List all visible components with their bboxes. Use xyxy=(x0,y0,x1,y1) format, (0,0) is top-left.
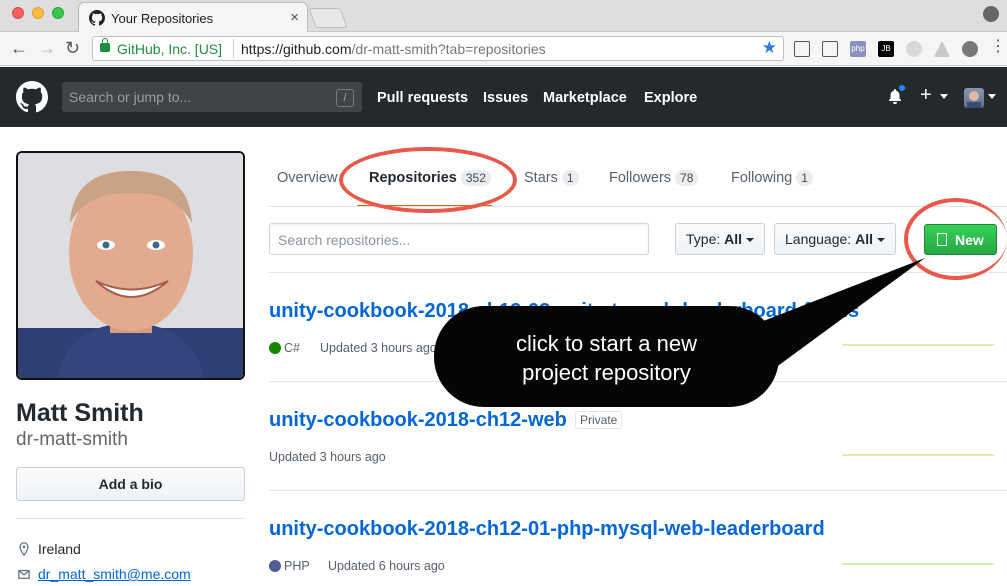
nav-pull-requests[interactable]: Pull requests xyxy=(377,90,468,106)
chevron-down-icon xyxy=(876,238,885,243)
minimize-window-button[interactable] xyxy=(32,7,44,19)
notification-indicator xyxy=(898,84,906,92)
global-search-input[interactable]: Search or jump to... / xyxy=(62,82,362,112)
annotation-highlight-ellipse xyxy=(904,198,1007,280)
profile-email-link[interactable]: dr_matt_smith@me.com xyxy=(38,566,191,582)
following-count: 1 xyxy=(796,170,813,186)
url-host: https://github.com xyxy=(241,41,352,57)
forward-arrow-icon[interactable]: → xyxy=(38,38,56,59)
chevron-down-icon xyxy=(746,238,755,243)
type-filter-dropdown[interactable]: Type: All xyxy=(675,223,766,255)
repo-updated: Updated 3 hours ago xyxy=(320,341,437,355)
repository-search-input[interactable]: Search repositories... xyxy=(269,223,649,255)
language-filter-value: All xyxy=(855,231,873,247)
repo-language: C# xyxy=(284,341,300,355)
callout-line-1: click to start a new xyxy=(516,331,697,356)
profile-photo xyxy=(18,153,243,378)
search-shortcut-badge: / xyxy=(336,89,354,107)
address-bar-row: ← → ↻ GitHub, Inc. [US] https://github.c… xyxy=(0,32,1007,66)
drive-icon[interactable] xyxy=(934,41,950,57)
tab-following[interactable]: Following 1 xyxy=(731,170,813,186)
tab-followers[interactable]: Followers 78 xyxy=(609,170,699,186)
chevron-down-icon xyxy=(940,94,948,99)
url-path: /dr-matt-smith?tab=repositories xyxy=(351,41,546,57)
activity-sparkline xyxy=(842,454,994,456)
tab-overview-label: Overview xyxy=(277,170,338,186)
language-filter-dropdown[interactable]: Language: All xyxy=(774,223,896,255)
tab-overview[interactable]: Overview xyxy=(277,170,337,186)
create-new-plus-icon[interactable]: + xyxy=(920,84,932,107)
php-extension-icon[interactable]: php xyxy=(850,41,866,57)
browser-tab-active[interactable]: Your Repositories × xyxy=(78,2,308,32)
browser-profile-icon[interactable] xyxy=(983,6,999,22)
mail-icon xyxy=(18,569,30,579)
cast-icon[interactable] xyxy=(794,41,810,57)
repo-link[interactable]: unity-cookbook-2018-ch12-web xyxy=(269,409,567,432)
chevron-down-icon xyxy=(988,94,996,99)
repo-updated: Updated 3 hours ago xyxy=(269,450,386,464)
bookmark-star-icon[interactable]: ★ xyxy=(762,38,777,58)
user-avatar-menu[interactable] xyxy=(964,88,984,108)
github-logo-icon[interactable] xyxy=(16,81,48,113)
avatar-image xyxy=(967,91,981,108)
language-filter-label: Language: xyxy=(785,231,852,247)
screen-icon[interactable] xyxy=(822,41,838,57)
new-tab-button[interactable] xyxy=(308,8,348,28)
tab-close-icon[interactable]: × xyxy=(290,9,299,26)
activity-sparkline xyxy=(842,563,994,565)
tab-following-label: Following xyxy=(731,170,793,186)
language-color-dot xyxy=(269,342,281,354)
url-omnibox[interactable]: GitHub, Inc. [US] https://github.com/dr-… xyxy=(92,36,784,61)
nav-issues[interactable]: Issues xyxy=(483,90,528,106)
divider xyxy=(269,490,1007,491)
reload-icon[interactable]: ↻ xyxy=(65,38,80,59)
followers-count: 78 xyxy=(675,170,699,186)
profile-location: Ireland xyxy=(38,541,81,557)
callout-line-2: project repository xyxy=(522,360,691,385)
tab-stars-label: Stars xyxy=(524,170,558,186)
maximize-window-button[interactable] xyxy=(52,7,64,19)
nav-marketplace[interactable]: Marketplace xyxy=(543,90,627,106)
github-header: Search or jump to... / Pull requests Iss… xyxy=(0,67,1007,127)
tab-stars[interactable]: Stars 1 xyxy=(524,170,579,186)
location-pin-icon xyxy=(19,542,29,556)
repo-link[interactable]: unity-cookbook-2018-ch12-01-php-mysql-we… xyxy=(269,518,825,541)
repository-search-placeholder: Search repositories... xyxy=(278,232,411,248)
profile-avatar[interactable] xyxy=(16,151,245,380)
annotation-callout: click to start a new project repository xyxy=(434,306,779,407)
profile-full-name: Matt Smith xyxy=(16,399,144,427)
divider xyxy=(16,518,245,519)
lock-icon xyxy=(100,38,110,52)
tab-title: Your Repositories xyxy=(111,11,214,26)
tab-followers-label: Followers xyxy=(609,170,672,186)
back-arrow-icon[interactable]: ← xyxy=(10,38,28,59)
profile-username: dr-matt-smith xyxy=(16,429,128,450)
repo-updated: Updated 6 hours ago xyxy=(328,559,445,573)
type-filter-value: All xyxy=(724,231,743,247)
global-search-placeholder: Search or jump to... xyxy=(69,89,192,105)
browser-menu-icon[interactable]: ⋮ xyxy=(990,36,1006,56)
private-badge: Private xyxy=(575,411,623,429)
type-filter-label: Type: xyxy=(686,231,721,247)
add-bio-button[interactable]: Add a bio xyxy=(16,467,245,501)
activity-sparkline xyxy=(842,344,994,346)
divider xyxy=(269,272,1007,273)
browser-tab-bar: Your Repositories × xyxy=(0,0,1007,32)
secure-site-label: GitHub, Inc. [US] xyxy=(117,41,223,57)
annotation-highlight-ellipse xyxy=(339,147,517,213)
stars-count: 1 xyxy=(561,170,579,186)
settings-gear-icon[interactable] xyxy=(962,41,978,57)
repo-language: PHP xyxy=(284,559,310,573)
language-color-dot xyxy=(269,560,281,572)
jetbrains-extension-icon[interactable]: JB xyxy=(878,41,894,57)
nav-explore[interactable]: Explore xyxy=(644,90,697,106)
url-text: https://github.com/dr-matt-smith?tab=rep… xyxy=(241,41,546,57)
close-window-button[interactable] xyxy=(12,7,24,19)
extension-circle-icon[interactable] xyxy=(906,41,922,57)
github-favicon-icon xyxy=(89,10,105,26)
